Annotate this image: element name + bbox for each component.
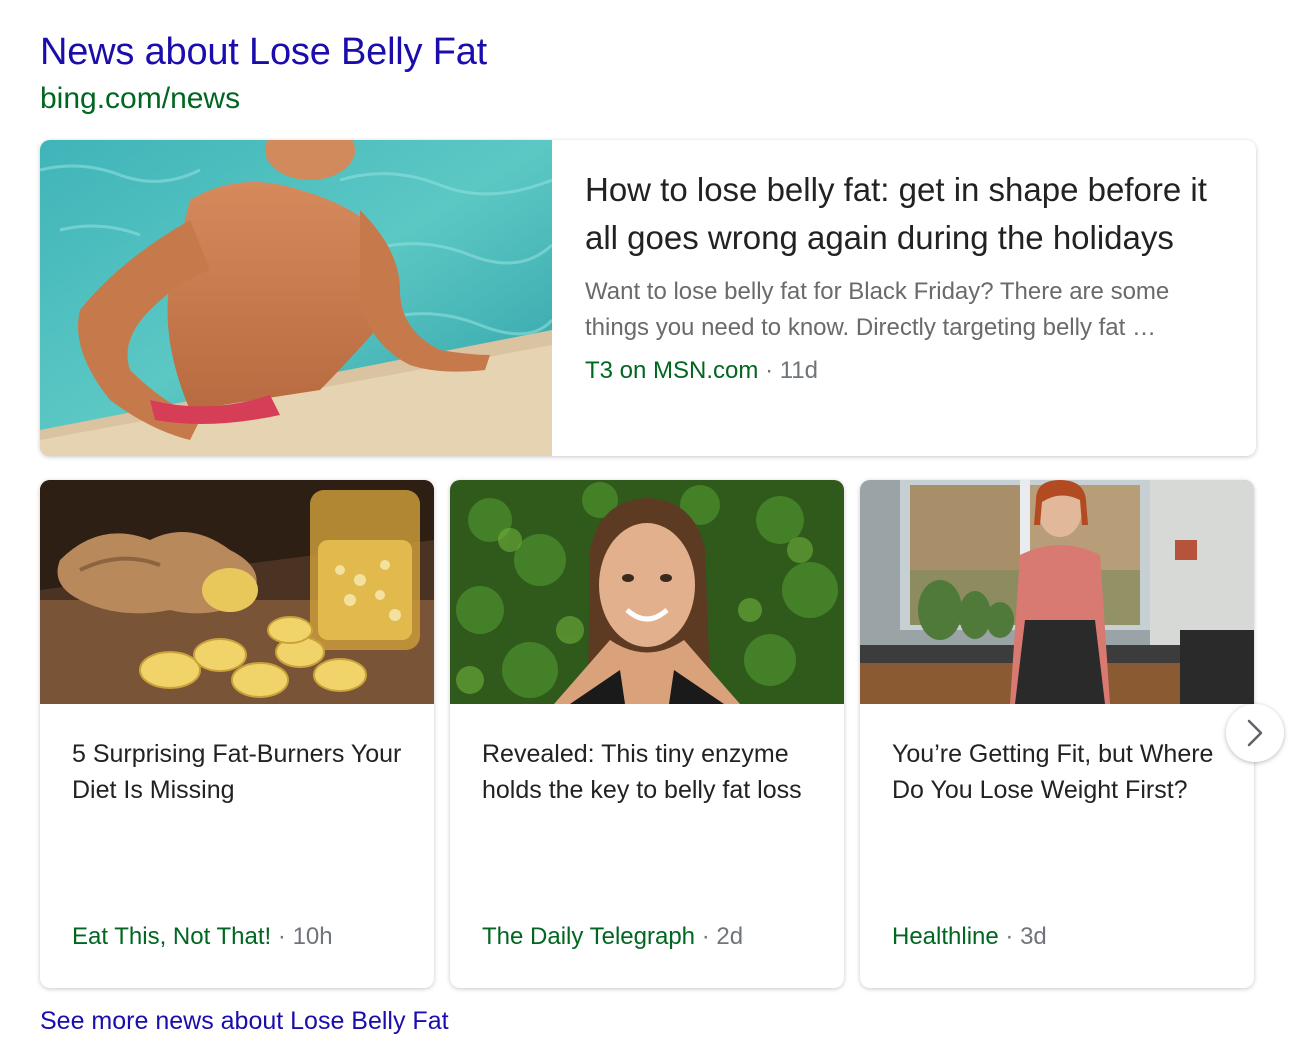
news-card-title[interactable]: Revealed: This tiny enzyme holds the key… — [482, 736, 822, 808]
news-card-source: Eat This, Not That! — [72, 923, 272, 950]
news-card-title[interactable]: You’re Getting Fit, but Where Do You Los… — [892, 736, 1232, 808]
featured-news-snippet: Want to lose belly fat for Black Friday?… — [585, 278, 1170, 341]
carousel-next-button[interactable] — [1226, 704, 1284, 762]
meta-separator: · — [277, 923, 286, 950]
news-section-source: bing.com/news — [40, 82, 241, 115]
featured-news-title[interactable]: How to lose belly fat: get in shape befo… — [585, 166, 1225, 262]
meta-separator: · — [1005, 923, 1014, 950]
news-card-source: Healthline — [892, 923, 999, 950]
featured-news-image[interactable] — [40, 140, 552, 456]
meta-separator: · — [765, 357, 774, 384]
news-card-meta: The Daily Telegraph · 2d — [482, 922, 743, 952]
news-card-image[interactable] — [40, 480, 434, 704]
news-card-age: 10h — [292, 923, 333, 950]
news-section-title-link[interactable]: News about Lose Belly Fat — [40, 28, 487, 76]
news-card-source: The Daily Telegraph — [482, 923, 696, 950]
meta-separator: · — [701, 923, 710, 950]
news-card-image[interactable] — [450, 480, 844, 704]
news-card-meta: Healthline · 3d — [892, 922, 1047, 952]
news-card[interactable]: 5 Surprising Fat-Burners Your Diet Is Mi… — [40, 480, 434, 988]
news-card-age: 2d — [716, 923, 744, 950]
see-more-news-link[interactable]: See more news about Lose Belly Fat — [40, 1005, 449, 1037]
featured-news-source: T3 on MSN.com — [585, 357, 759, 384]
chevron-right-icon — [1244, 718, 1266, 748]
news-card[interactable]: Revealed: This tiny enzyme holds the key… — [450, 480, 844, 988]
news-card-image[interactable] — [860, 480, 1254, 704]
news-card[interactable]: You’re Getting Fit, but Where Do You Los… — [860, 480, 1254, 988]
news-card-title[interactable]: 5 Surprising Fat-Burners Your Diet Is Mi… — [72, 736, 412, 808]
news-card-meta: Eat This, Not That! · 10h — [72, 922, 333, 952]
featured-news-age: 11d — [779, 357, 818, 384]
featured-news-card[interactable]: How to lose belly fat: get in shape befo… — [40, 140, 1256, 456]
featured-news-meta: T3 on MSN.com · 11d — [585, 356, 1225, 386]
news-card-age: 3d — [1020, 923, 1047, 950]
